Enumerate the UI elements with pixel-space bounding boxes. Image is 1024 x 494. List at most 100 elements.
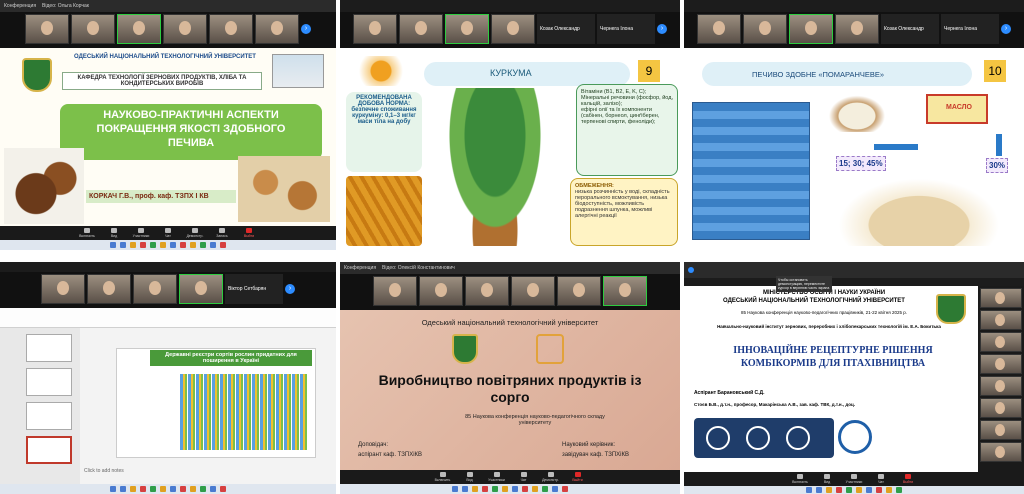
participant-video[interactable]: [980, 420, 1022, 440]
tile-excel-registry: Віктор Сетбарян › Державні реєстри сорті…: [0, 262, 336, 494]
slide-thumbnail-selected[interactable]: [26, 436, 72, 464]
slide-thumbnail[interactable]: [26, 368, 72, 396]
slide-heading: КУРКУМА: [490, 68, 532, 78]
turmeric-root-photo: [346, 176, 422, 246]
participant-name: Козак Олександр: [537, 14, 595, 44]
record-button[interactable]: Запись: [211, 228, 233, 238]
participant-video[interactable]: [980, 398, 1022, 418]
participant-video[interactable]: [511, 276, 555, 306]
participants-button[interactable]: Участники: [843, 474, 865, 484]
participant-video[interactable]: [465, 276, 509, 306]
chat-button[interactable]: Чат: [513, 472, 535, 482]
participant-video[interactable]: [697, 14, 741, 44]
participant-video[interactable]: [445, 14, 489, 44]
slide-number: 9: [638, 60, 660, 82]
participant-video[interactable]: [209, 14, 253, 44]
leave-button[interactable]: Выйти: [567, 472, 589, 482]
university-logo-icon: [452, 334, 478, 364]
participant-video[interactable]: [789, 14, 833, 44]
rabbit-icon: [746, 426, 770, 450]
slide-thumbnail[interactable]: [26, 334, 72, 362]
video-button[interactable]: Вид: [816, 474, 838, 484]
participant-video[interactable]: [980, 310, 1022, 330]
side-participants: [978, 286, 1024, 476]
ribbon: [0, 308, 336, 328]
chat-button[interactable]: Чат: [870, 474, 892, 484]
author-line: Аспірант Барановський С.Д.: [694, 390, 765, 396]
zoom-toolbar: Включить Вид Участники Чат Выйти: [684, 472, 1024, 486]
registry-chart: [180, 374, 308, 450]
participant-video[interactable]: [743, 14, 787, 44]
participant-video[interactable]: [353, 14, 397, 44]
participant-video[interactable]: [603, 276, 647, 306]
next-page-icon[interactable]: ›: [657, 24, 667, 34]
speaker-label: Відео: Ольга Корчак: [42, 3, 89, 9]
participant-video[interactable]: [399, 14, 443, 44]
participant-video[interactable]: [163, 14, 207, 44]
cookies-photo: [238, 156, 330, 222]
participant-video[interactable]: [71, 14, 115, 44]
author-line: КОРКАЧ Г.В., проф. каф. ТЗПХ І КВ: [86, 190, 236, 203]
conference-note: 85 Наукова конференція науково-педагогіч…: [465, 414, 605, 426]
participant-strip: Віктор Сетбарян ›: [0, 272, 336, 308]
mute-button[interactable]: Включить: [432, 472, 454, 482]
participant-video[interactable]: [980, 376, 1022, 396]
participant-strip: Козак Олександр Чернега Ілона ›: [340, 12, 680, 48]
video-button[interactable]: Вид: [103, 228, 125, 238]
participant-video[interactable]: [419, 276, 463, 306]
participant-video[interactable]: [980, 288, 1022, 308]
slide-korkach: ОДЕСЬКИЙ НАЦІОНАЛЬНИЙ ТЕХНОЛОГІЧНИЙ УНІВ…: [0, 48, 336, 226]
participant-video[interactable]: [980, 442, 1022, 462]
mute-button[interactable]: Включить: [76, 228, 98, 238]
next-page-icon[interactable]: ›: [1001, 24, 1011, 34]
powerpoint-window: Державні реєстри сортів рослин придатних…: [0, 308, 336, 484]
window-title: Конференция: [344, 265, 377, 271]
leave-button[interactable]: Выйти: [238, 228, 260, 238]
zoom-toolbar: Включить Вид Участники Чат Демонстр. Вый…: [340, 470, 680, 484]
share-button[interactable]: Демонстр.: [540, 472, 562, 482]
mute-button[interactable]: Включить: [789, 474, 811, 484]
participant-video[interactable]: [179, 274, 223, 304]
tile-korkach: Конференция Відео: Ольга Корчак › ОДЕСЬК…: [0, 0, 336, 250]
turmeric-plant-illustration: [440, 88, 550, 246]
advisor-role: Науковий керівник:: [562, 442, 616, 448]
daily-norm-box: РЕКОМЕНДОВАНА ДОБОВА НОРМА: безпечне спо…: [346, 92, 422, 172]
participant-video[interactable]: [117, 14, 161, 44]
participant-name: Чернега Ілона: [941, 14, 999, 44]
leave-button[interactable]: Выйти: [897, 474, 919, 484]
video-button[interactable]: Вид: [459, 472, 481, 482]
next-page-icon[interactable]: ›: [285, 284, 295, 294]
participant-video[interactable]: [41, 274, 85, 304]
department-title: КАФЕДРА ТЕХНОЛОГІЇ ЗЕРНОВИХ ПРОДУКТІВ, Х…: [62, 72, 262, 90]
participant-strip: [340, 274, 680, 310]
chat-button[interactable]: Чат: [157, 228, 179, 238]
left-arrow-icon: [874, 144, 918, 150]
notes-field[interactable]: Click to add notes: [84, 468, 124, 474]
participant-video[interactable]: [25, 14, 69, 44]
participants-button[interactable]: Участники: [486, 472, 508, 482]
coauthors-line: Стоєв Б.В., д.т.н., професор, Макарінськ…: [694, 402, 855, 407]
slide-turmeric: КУРКУМА 9 РЕКОМЕНДОВАНА ДОБОВА НОРМА: бе…: [340, 48, 680, 250]
participants-button[interactable]: Участники: [130, 228, 152, 238]
slide-title-text: НАУКОВО-ПРАКТИЧНІ АСПЕКТИ ПОКРАЩЕННЯ ЯКО…: [96, 109, 286, 149]
participant-video[interactable]: [373, 276, 417, 306]
participant-video[interactable]: [255, 14, 299, 44]
windows-taskbar: [0, 484, 336, 494]
slide-feed: МІНІСТЕРСТВО ОСВІТИ І НАУКИ УКРАЇНИ ОДЕС…: [684, 286, 978, 476]
zoom-icon: [688, 267, 694, 273]
grain-logo-icon: [536, 334, 564, 364]
participant-video[interactable]: [87, 274, 131, 304]
slide-title: ІННОВАЦІЙНЕ РЕЦЕПТУРНЕ РІШЕННЯ КОМБІКОРМ…: [733, 345, 933, 369]
participant-video[interactable]: [980, 354, 1022, 374]
participant-video[interactable]: [980, 332, 1022, 352]
next-page-icon[interactable]: ›: [301, 24, 311, 34]
participant-video[interactable]: [835, 14, 879, 44]
slide-heading: ПЕЧИВО ЗДОБНЕ «ПОМАРАНЧЕВЕ»: [752, 70, 885, 79]
participant-strip: Козак Олександр Чернега Ілона ›: [684, 12, 1024, 48]
slide-thumbnail[interactable]: [26, 402, 72, 430]
data-table: [692, 102, 810, 240]
participant-video[interactable]: [557, 276, 601, 306]
share-button[interactable]: Демонстр.: [184, 228, 206, 238]
participant-video[interactable]: [133, 274, 177, 304]
participant-video[interactable]: [491, 14, 535, 44]
